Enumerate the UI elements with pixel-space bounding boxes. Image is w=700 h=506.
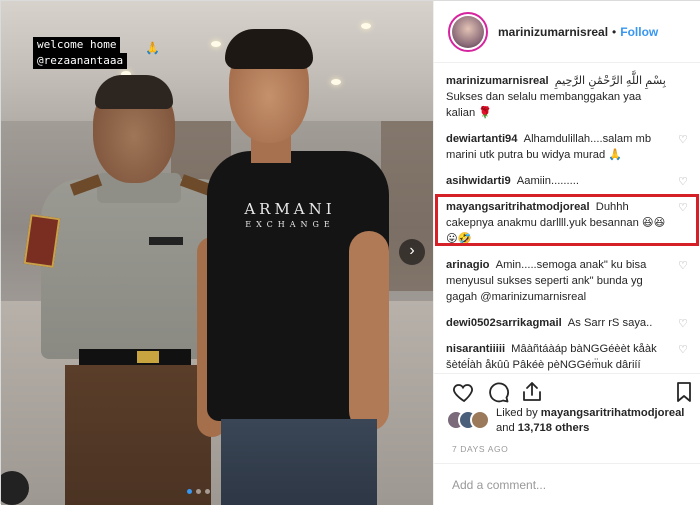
liker-avatars[interactable]: [446, 410, 492, 432]
comment-username[interactable]: asihwidarti9: [446, 175, 514, 187]
shirt-logo-line2: EXCHANGE: [245, 220, 335, 229]
comment-bubble-icon[interactable]: [486, 380, 510, 404]
belt-buckle: [137, 351, 159, 363]
highlight-box: [435, 194, 699, 246]
liked-by-label: Liked by: [496, 407, 538, 419]
heart-icon[interactable]: ♡: [678, 177, 688, 188]
likes-and: and: [496, 422, 515, 434]
comment-item: arinagio Amin.....semoga anak" ku bisa m…: [446, 257, 690, 305]
officer-trousers: [65, 365, 211, 505]
prayer-emoji: 🙏: [145, 41, 160, 55]
carousel-dots: [187, 489, 210, 494]
share-arrow-icon[interactable]: [520, 380, 544, 404]
heart-icon[interactable]: ♡: [678, 261, 688, 272]
jeans: [221, 419, 377, 505]
heart-icon[interactable]: ♡: [678, 319, 688, 330]
carousel-dot-active: [187, 489, 192, 494]
comment-item: dewiartanti94 Alhamdulillah....salam mb …: [446, 131, 690, 163]
follow-button[interactable]: Follow: [620, 25, 658, 39]
comment-item: asihwidarti9 Aamiin......... ♡: [446, 173, 690, 189]
carousel-dot: [196, 489, 201, 494]
officer-hair: [95, 75, 173, 109]
post-sidebar: marinizumarnisreal • Follow marinizumarn…: [433, 1, 700, 505]
comment-username[interactable]: dewiartanti94: [446, 133, 521, 145]
likes-text: Liked by mayangsaritrihatmodjoreal and 1…: [496, 406, 684, 436]
man-hair: [225, 29, 313, 69]
heart-icon[interactable]: ♡: [678, 135, 688, 146]
likes-others-count[interactable]: 13,718 others: [518, 422, 590, 434]
header-separator: •: [612, 24, 617, 39]
man-arm-right: [349, 231, 389, 431]
heart-outline-icon[interactable]: [452, 380, 476, 404]
shirt-logo: ARMANI EXCHANGE: [215, 201, 365, 233]
comment-username[interactable]: marinizumarnisreal: [446, 75, 552, 87]
ceiling-lamp: [211, 41, 221, 47]
instagram-post-window: welcome home @rezaanantaaa 🙏 ARMANI EXCH…: [0, 0, 700, 505]
author-avatar-image: [452, 15, 484, 48]
story-tag-line2: @rezaanantaaa: [33, 53, 128, 69]
liker-username[interactable]: mayangsaritrihatmodjoreal: [541, 407, 685, 419]
officer-belt: [79, 349, 191, 365]
comment-item: dewi0502sarrikagmail As Sarr rS saya.. ♡: [446, 315, 690, 331]
author-avatar[interactable]: [448, 11, 488, 52]
carousel-dot: [205, 489, 210, 494]
post-photo[interactable]: welcome home @rezaanantaaa 🙏 ARMANI EXCH…: [1, 1, 433, 505]
comment-text: Aamiin.........: [516, 175, 579, 187]
next-photo-button[interactable]: ›: [399, 239, 425, 265]
post-header: marinizumarnisreal • Follow: [434, 1, 700, 63]
likes-summary: Liked by mayangsaritrihatmodjoreal and 1…: [446, 405, 696, 437]
heart-icon[interactable]: ♡: [678, 345, 688, 356]
shirt-logo-line1: ARMANI: [244, 200, 336, 218]
comment-item: nisarantiiiii Mâàñtáàáp bàNGGéèèt kåàk š…: [446, 341, 690, 371]
comment-username[interactable]: dewi0502sarrikagmail: [446, 317, 565, 329]
name-tag: [149, 237, 183, 245]
story-tag-line1: welcome home: [33, 37, 121, 53]
add-comment-input[interactable]: Add a comment...: [434, 463, 700, 505]
comment-text: As Sarr rS saya..: [567, 317, 653, 329]
comment-item: marinizumarnisreal بِسْمِ اللَّهِ الرَّح…: [446, 73, 690, 121]
post-date[interactable]: 7 DAYS AGO: [452, 444, 508, 454]
bookmark-icon[interactable]: [672, 380, 696, 404]
author-username[interactable]: marinizumarnisreal: [498, 25, 608, 39]
post-actions: [434, 373, 700, 407]
story-mention[interactable]: @rezaanantaaa: [37, 54, 123, 67]
liker-avatar: [470, 410, 490, 430]
comment-username[interactable]: nisarantiiiii: [446, 343, 508, 355]
comment-username[interactable]: arinagio: [446, 259, 493, 271]
ceiling-lamp: [331, 79, 341, 85]
ceiling-lamp: [361, 23, 371, 29]
